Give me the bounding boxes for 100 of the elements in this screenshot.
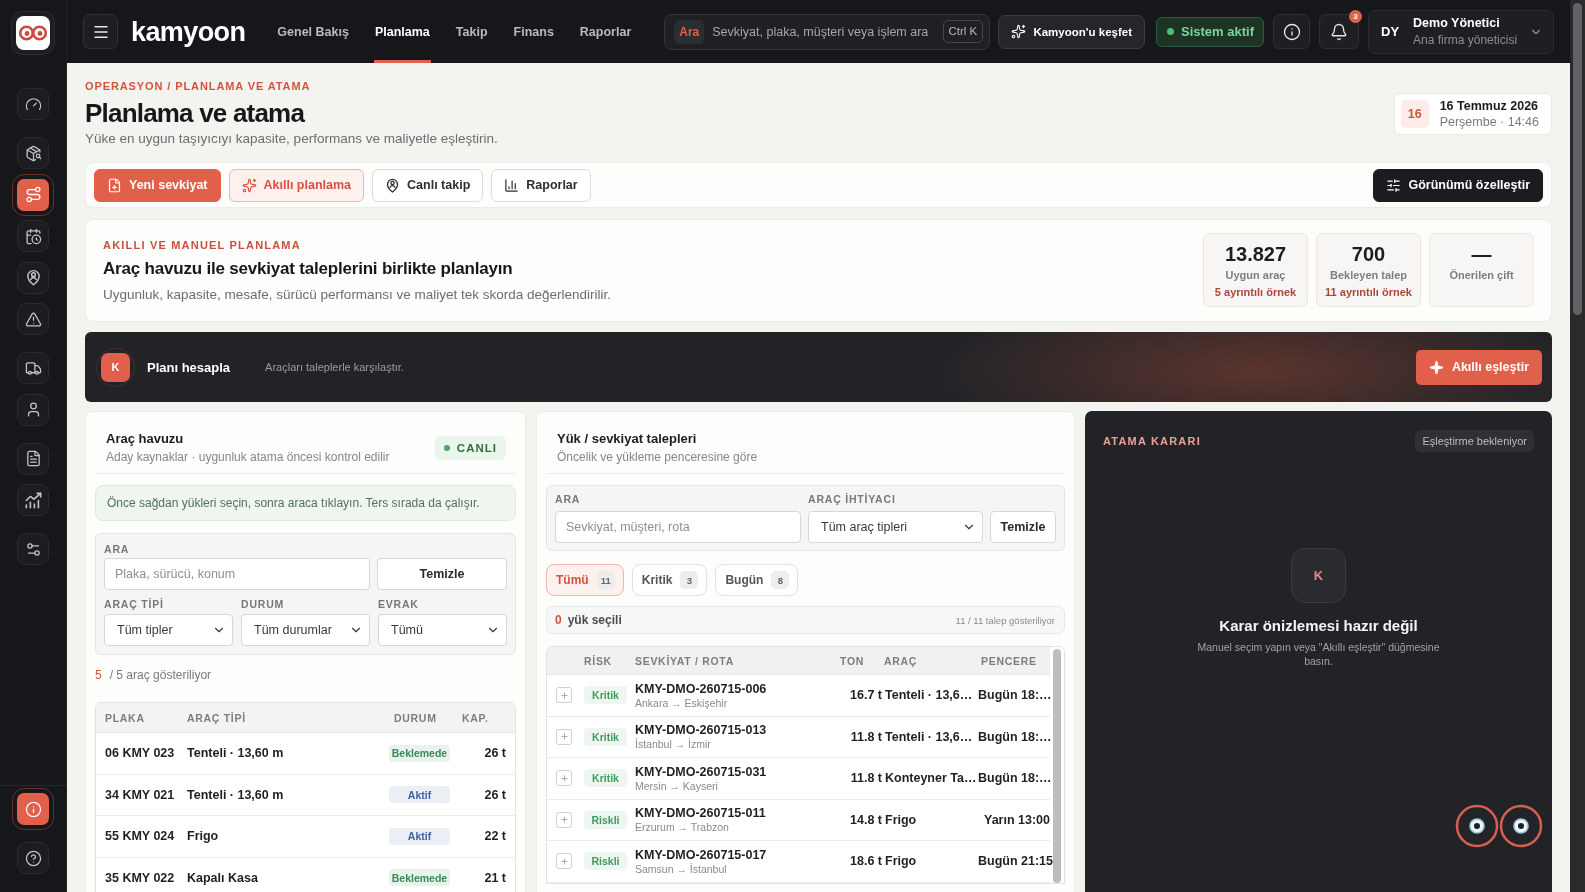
panel-subtitle: Aday kaynaklar · uygunluk atama öncesi kontrol edilir	[106, 449, 390, 465]
sidebar-item[interactable]	[17, 220, 49, 252]
filter-tab[interactable]: Tümü 11	[546, 564, 624, 596]
page-scrollbar[interactable]	[1570, 0, 1585, 892]
waiting-status: Eşleştirme bekleniyor	[1415, 430, 1534, 452]
smart-match-button[interactable]: Akıllı eşleştir	[1415, 349, 1542, 385]
sidebar-item[interactable]	[17, 137, 49, 169]
status-badge: Aktif	[389, 827, 450, 845]
empty-state-text: Manuel seçim yapın veya "Akıllı eşleştir" düğmesine basın.	[1196, 640, 1441, 668]
column-header: ARAÇ TİPİ	[187, 711, 247, 724]
date-detail: Perşembe · 14:46	[1439, 113, 1539, 130]
nav-tab[interactable]: Genel Bakış	[276, 0, 350, 63]
capacity-value: 22 t	[483, 829, 506, 844]
sidebar-item[interactable]	[17, 303, 49, 335]
sidebar-item[interactable]	[12, 173, 54, 216]
stat-note: 11 ayrıntılı örnek	[1325, 285, 1412, 300]
risk-badge: Riskli	[584, 810, 627, 829]
shipment-id: KMY-DMO-260715-011	[635, 805, 767, 822]
column-header: TON	[839, 654, 866, 667]
filter-tab[interactable]: Kritik 3	[631, 564, 708, 596]
file-plus-icon	[107, 177, 122, 193]
search-input[interactable]: Sevkiyat, plaka, müşteri veya işlem ara	[712, 18, 935, 45]
calendar-clock-icon	[24, 227, 42, 245]
smart-planning-button[interactable]: Akıllı planlama	[228, 168, 365, 202]
count-label: / 5 araç gösteriliyor	[109, 668, 212, 682]
new-shipment-button[interactable]: Yeni sevkiyat	[94, 168, 221, 202]
reports-button[interactable]: Raporlar	[491, 168, 591, 202]
select-field[interactable]: Tüm tipler	[104, 614, 233, 646]
tab-count: 8	[771, 571, 790, 589]
select-field[interactable]: Tüm durumlar	[241, 614, 370, 646]
clear-button[interactable]: Temizle	[990, 511, 1056, 543]
search-input[interactable]: Sevkiyat, müşteri, rota	[555, 511, 801, 543]
plus-icon	[559, 856, 569, 866]
live-tracking-button[interactable]: Canlı takip	[372, 168, 484, 202]
initial-avatar: K	[1291, 548, 1346, 603]
nav-tab[interactable]: Raporlar	[578, 0, 633, 63]
route-text: Erzurum → Trabzon	[635, 821, 730, 835]
truck-icon	[24, 359, 42, 377]
stat-value: 700	[1351, 242, 1386, 266]
shipment-id: KMY-DMO-260715-031	[635, 763, 768, 780]
scrollbar-thumb[interactable]	[1053, 649, 1061, 883]
sidebar-item[interactable]	[17, 484, 49, 516]
tonnage-value: 16.7 t	[849, 688, 882, 703]
app-logo	[11, 11, 55, 55]
panel-kicker: ATAMA KARARI	[1103, 435, 1201, 447]
vehicle-type: Frigo	[187, 829, 220, 844]
plate-number: 34 KMY 021	[105, 787, 176, 802]
stat-value: —	[1471, 242, 1492, 266]
sidebar-item[interactable]	[17, 88, 49, 120]
search-field[interactable]: Ara Sevkiyat, plaka, müşteri veya işlem ara Ctrl K	[664, 13, 991, 50]
select-field[interactable]: Tümü	[378, 614, 507, 646]
discover-button[interactable]: Kamyoon'u keşfet	[998, 14, 1145, 49]
vehicle-text: Tenteli · 13,6…	[884, 729, 974, 744]
plate-number: 55 KMY 024	[105, 829, 176, 844]
sidebar-item[interactable]	[17, 352, 49, 384]
filter-tab[interactable]: Bugün 8	[715, 564, 799, 596]
scrollbar-thumb[interactable]	[1573, 3, 1582, 315]
tonnage-value: 11.8 t	[849, 729, 882, 744]
risk-badge: Kritik	[584, 686, 627, 705]
search-tag: Ara	[674, 19, 705, 44]
field-label: ARAÇ TİPİ	[104, 598, 165, 611]
initial-avatar: K	[101, 352, 130, 382]
sidebar-item[interactable]	[17, 393, 49, 426]
user-menu[interactable]: DY Demo Yönetici Ana firma yöneticisi	[1368, 9, 1554, 54]
tab-count: 11	[596, 571, 615, 589]
chart-icon	[24, 491, 42, 509]
sparkle-icon	[1428, 359, 1444, 375]
capacity-value: 26 t	[483, 787, 506, 802]
sidebar-item[interactable]	[17, 442, 49, 475]
info-button[interactable]	[1273, 14, 1310, 49]
time-window: Bugün 18:…	[978, 688, 1050, 703]
sidebar-item[interactable]	[17, 842, 49, 874]
status-badge: Beklemede	[389, 869, 450, 887]
menu-button[interactable]	[83, 14, 118, 49]
user-role: Ana firma yöneticisi	[1413, 32, 1518, 48]
sidebar-item[interactable]	[17, 261, 49, 294]
field-label: ARAÇ İHTİYACI	[808, 493, 897, 506]
customize-view-button[interactable]: Görünümü özelleştir	[1373, 168, 1543, 202]
gauge-icon	[24, 95, 42, 113]
banner-title: Planı hesapla	[147, 359, 231, 375]
search-input[interactable]: Plaka, sürücü, konum	[104, 558, 370, 590]
clear-button[interactable]: Temizle	[377, 558, 507, 590]
vehicle-type: Tenteli · 13,60 m	[187, 787, 285, 802]
field-label: ARA	[104, 543, 131, 556]
count-value: 5	[95, 668, 102, 682]
route-text: İstanbul → İzmir	[635, 738, 712, 752]
plus-icon	[559, 732, 569, 742]
eyes-icon[interactable]	[1455, 804, 1543, 848]
select-field[interactable]: Tüm araç tipleri	[808, 511, 983, 543]
sidebar-item[interactable]	[12, 788, 54, 830]
column-header: ARAÇ	[883, 654, 919, 667]
status-badge: Beklemede	[389, 744, 450, 762]
nav-tab[interactable]: Takip	[454, 0, 489, 63]
selected-label: yük seçili	[567, 613, 622, 627]
vehicle-text: Frigo	[884, 812, 918, 827]
nav-tab[interactable]: Finans	[512, 0, 555, 63]
nav-tab[interactable]: Planlama	[373, 0, 431, 63]
breadcrumb: OPERASYON / PLANLAMA VE ATAMA	[85, 79, 312, 93]
sidebar-item[interactable]	[17, 533, 49, 565]
document-icon	[24, 450, 42, 467]
